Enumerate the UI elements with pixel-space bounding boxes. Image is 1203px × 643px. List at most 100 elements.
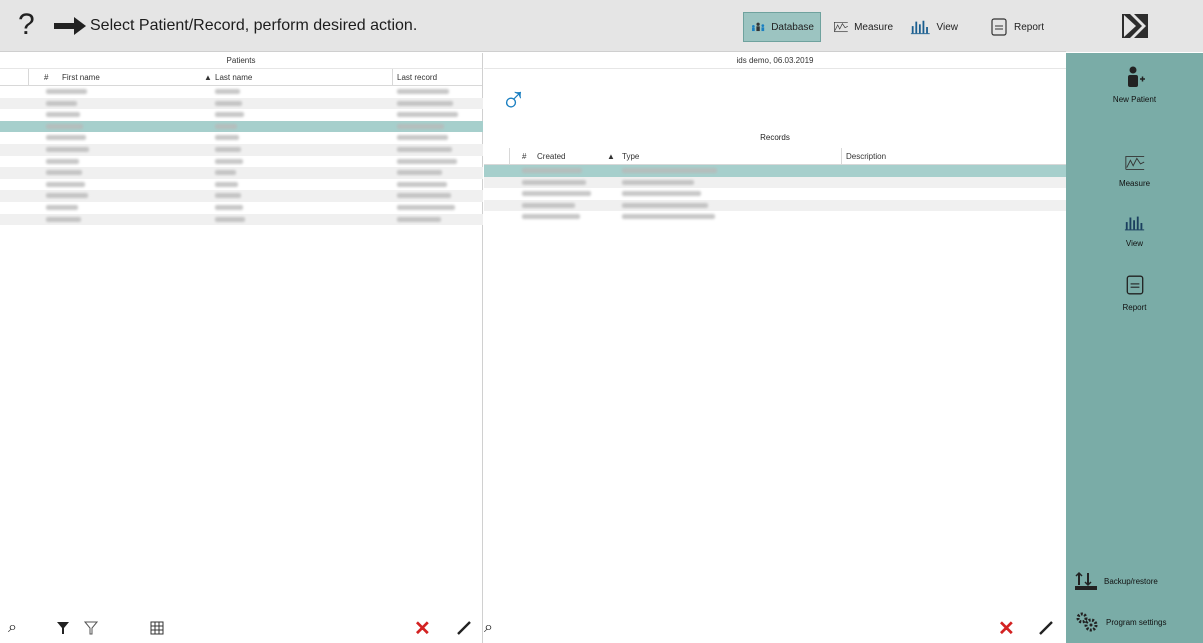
masked-cell [46, 170, 83, 176]
edit-patient-icon[interactable] [456, 620, 472, 636]
measure-label: Measure [854, 21, 893, 33]
masked-cell [215, 158, 244, 164]
measure-button[interactable]: Measure [827, 12, 899, 42]
masked-cell [46, 193, 89, 199]
table-row[interactable] [0, 202, 483, 214]
masked-cell [46, 112, 80, 118]
masked-cell [46, 89, 87, 94]
table-row[interactable] [0, 132, 483, 144]
sidebar-measure-button[interactable]: Measure [1066, 153, 1203, 188]
columns-icon[interactable] [150, 621, 164, 635]
masked-cell [522, 191, 592, 196]
table-row[interactable] [484, 211, 1066, 223]
exit-icon [1122, 14, 1148, 38]
report-icon [1126, 275, 1143, 295]
sidebar-report-button[interactable]: Report [1066, 273, 1203, 312]
app-window: ? Select Patient/Record, perform desired… [0, 0, 1203, 643]
masked-cell [397, 170, 443, 176]
records-panel: ids demo, 06.03.2019 ♂ Records # Created… [484, 53, 1066, 643]
report-button[interactable]: Report [983, 12, 1053, 42]
table-row[interactable] [0, 179, 483, 191]
table-row[interactable] [0, 167, 483, 179]
col-type[interactable]: Type [622, 152, 639, 161]
view-button[interactable]: View [904, 12, 964, 42]
program-settings-button[interactable]: Program settings [1074, 611, 1166, 633]
table-row[interactable] [0, 213, 483, 226]
table-row[interactable] [484, 176, 1066, 188]
sidebar-view-label: View [1125, 239, 1144, 248]
settings-label: Program settings [1106, 617, 1167, 627]
col-created[interactable]: Created [537, 152, 565, 161]
masked-cell [215, 112, 244, 118]
table-row[interactable] [0, 143, 483, 156]
sort-asc-icon: ▲ [607, 152, 615, 161]
col-num[interactable]: # [522, 152, 526, 161]
delete-patient-icon[interactable]: ✕ [414, 616, 431, 641]
masked-cell [622, 179, 694, 185]
masked-cell [46, 216, 82, 222]
masked-cell [46, 181, 86, 187]
report-icon [991, 18, 1007, 36]
filter-clear-icon[interactable] [84, 621, 98, 635]
masked-cell [622, 168, 717, 173]
table-row[interactable] [484, 188, 1066, 200]
table-row[interactable] [0, 97, 483, 110]
masked-cell [397, 181, 447, 187]
search-icon[interactable]: ⌕ [8, 619, 17, 637]
masked-cell [397, 146, 453, 152]
patients-grid-header: # First name ▲ Last name Last record [0, 69, 482, 86]
edit-record-icon[interactable] [1038, 620, 1054, 636]
masked-cell [215, 146, 242, 152]
database-button[interactable]: Database [743, 12, 821, 42]
masked-cell [215, 135, 239, 141]
masked-cell [215, 100, 242, 106]
table-row[interactable] [0, 190, 483, 202]
masked-cell [622, 191, 701, 196]
search-icon[interactable]: ⌕ [484, 619, 493, 637]
table-row[interactable] [484, 165, 1066, 177]
masked-cell [46, 146, 90, 152]
masked-cell [46, 158, 79, 164]
filter-icon[interactable] [56, 621, 70, 635]
masked-cell [397, 216, 442, 222]
view-icon [910, 20, 930, 35]
masked-cell [215, 89, 240, 94]
new-patient-button[interactable]: New Patient [1066, 53, 1203, 123]
col-first-name[interactable]: First name [62, 73, 100, 82]
exit-button[interactable] [1066, 0, 1203, 52]
table-row[interactable] [0, 86, 483, 98]
masked-cell [397, 204, 456, 210]
masked-cell [522, 168, 582, 173]
masked-cell [397, 123, 444, 129]
top-toolbar: ? Select Patient/Record, perform desired… [0, 0, 1203, 52]
masked-cell [215, 170, 237, 176]
measure-icon [1124, 156, 1144, 170]
report-label: Report [1014, 21, 1045, 33]
table-row[interactable] [0, 156, 483, 168]
view-label: View [936, 21, 959, 33]
add-patient-icon [1127, 66, 1145, 87]
table-row[interactable] [0, 109, 483, 121]
arrow-right-icon [54, 17, 86, 35]
male-gender-icon: ♂ [500, 79, 527, 120]
masked-cell [397, 89, 450, 94]
view-icon [1124, 216, 1144, 231]
col-description[interactable]: Description [846, 152, 886, 161]
masked-cell [397, 158, 457, 164]
col-last-record[interactable]: Last record [397, 73, 437, 82]
table-row[interactable] [0, 120, 483, 133]
col-num[interactable]: # [44, 73, 48, 82]
help-icon[interactable]: ? [18, 8, 35, 42]
delete-record-icon[interactable]: ✕ [998, 616, 1015, 641]
col-last-name[interactable]: Last name [215, 73, 252, 82]
table-row[interactable] [484, 199, 1066, 211]
masked-cell [46, 135, 87, 141]
backup-restore-button[interactable]: Backup/restore [1074, 571, 1158, 591]
records-bottom-toolbar: ⌕ ✕ [484, 613, 1066, 643]
masked-cell [522, 214, 581, 219]
backup-label: Backup/restore [1104, 576, 1158, 586]
patients-panel: Patients # First name ▲ Last name Last r… [0, 53, 483, 643]
masked-cell [215, 204, 243, 210]
sort-asc-icon: ▲ [204, 73, 212, 82]
sidebar-view-button[interactable]: View [1066, 213, 1203, 248]
